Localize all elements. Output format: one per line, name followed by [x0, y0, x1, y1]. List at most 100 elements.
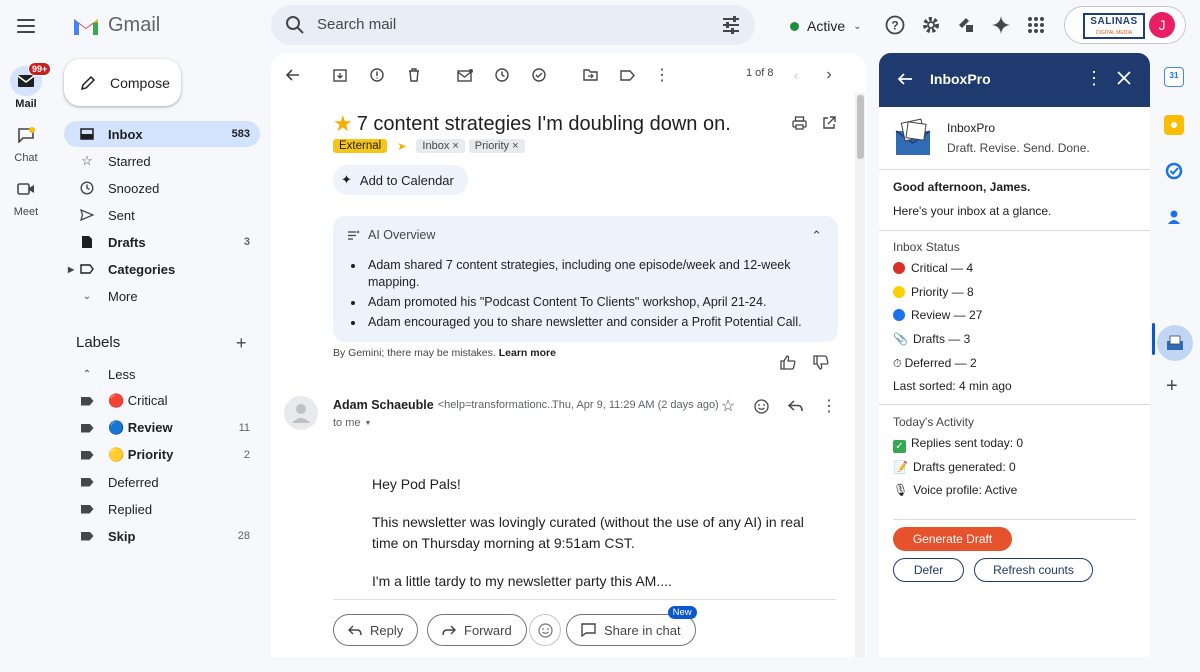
search-bar[interactable]: Search mail	[271, 5, 755, 45]
sidebar-item-snoozed[interactable]: Snoozed	[64, 175, 260, 201]
thumbs-down-icon[interactable]	[812, 353, 830, 371]
panel-title: InboxPro	[930, 71, 991, 87]
settings-gear-icon[interactable]	[920, 14, 942, 36]
sidebar-item-starred[interactable]: ☆ Starred	[64, 148, 260, 174]
rail-meet[interactable]: Meet	[0, 174, 52, 218]
sidebar-item-drafts[interactable]: Drafts 3	[64, 229, 260, 255]
rail-mail[interactable]: 99+ Mail	[0, 62, 52, 110]
snooze-icon[interactable]	[493, 66, 511, 84]
label-item-less[interactable]: ⌃ Less	[64, 361, 260, 387]
expand-arrow-icon[interactable]: ▶	[68, 265, 74, 274]
label-item-deferred[interactable]: Deferred	[64, 469, 260, 495]
status-selector[interactable]: Active ⌄	[780, 11, 872, 41]
thumbs-up-icon[interactable]	[779, 353, 797, 371]
help-icon[interactable]: ?	[884, 14, 906, 36]
label-item-replied[interactable]: Replied	[64, 496, 260, 522]
gemini-sparkle-icon[interactable]	[990, 14, 1012, 36]
emoji-reaction-button[interactable]	[529, 614, 561, 646]
panel-more-icon[interactable]: ⋮	[1085, 68, 1103, 89]
sidebar-item-sent[interactable]: Sent	[64, 202, 260, 228]
rail-meet-label: Meet	[13, 206, 39, 218]
addons-icon[interactable]	[955, 14, 977, 36]
drafts-count: 3	[243, 236, 250, 248]
apps-grid-icon[interactable]	[1025, 14, 1047, 36]
scrollbar-track[interactable]	[855, 93, 865, 657]
newer-chevron-icon[interactable]: ‹	[787, 66, 805, 84]
learn-more-link[interactable]: Learn more	[499, 347, 556, 359]
archive-icon[interactable]	[331, 66, 349, 84]
message-subject: ★ 7 content strategies I'm doubling down…	[333, 111, 731, 137]
forward-icon	[442, 625, 456, 635]
add-task-icon[interactable]	[530, 66, 548, 84]
label-item-priority[interactable]: 🟡 Priority 2	[64, 442, 260, 468]
open-new-window-icon[interactable]	[820, 114, 838, 132]
label-item-skip[interactable]: Skip 28	[64, 523, 260, 549]
gmail-logo[interactable]: Gmail	[72, 14, 160, 37]
generate-draft-button[interactable]: Generate Draft	[893, 527, 1012, 551]
report-spam-icon[interactable]	[368, 66, 386, 84]
sidebar-item-label: Starred	[108, 153, 151, 169]
star-icon: ☆	[81, 153, 93, 168]
recipient-line[interactable]: to me ▼	[333, 417, 371, 429]
label-item-critical[interactable]: 🔴 Critical	[64, 388, 260, 414]
share-in-chat-button[interactable]: Share in chat New	[566, 606, 697, 646]
sender-avatar[interactable]	[284, 396, 318, 430]
contacts-icon[interactable]	[1164, 207, 1184, 227]
forward-button[interactable]: Forward	[427, 614, 527, 646]
compose-button[interactable]: Compose	[64, 59, 181, 106]
label-icon[interactable]	[618, 66, 636, 84]
account-switcher[interactable]: SALINAS DIGITAL MEDIA J	[1064, 6, 1186, 44]
refresh-counts-button[interactable]: Refresh counts	[974, 558, 1093, 582]
keep-notes-icon[interactable]	[1164, 115, 1184, 135]
search-options-icon[interactable]	[721, 15, 741, 35]
scrollbar-thumb[interactable]	[857, 95, 864, 159]
mark-unread-icon[interactable]	[456, 66, 474, 84]
sidebar-item-more[interactable]: ⌄ More	[64, 283, 260, 309]
status-deferred-text: Deferred — 2	[904, 356, 977, 370]
sidebar-item-label: Snoozed	[108, 180, 160, 196]
active-addon-indicator	[1152, 323, 1155, 355]
add-label-icon[interactable]: +	[236, 333, 247, 354]
sender-line: Adam Schaeuble <help=transformationc...	[333, 398, 556, 412]
panel-back-arrow-icon[interactable]	[897, 71, 913, 90]
status-deferred: ⏱ Deferred — 2	[893, 356, 977, 371]
sender-name[interactable]: Adam Schaeuble	[333, 398, 434, 412]
check-mark-icon: ✓	[893, 440, 906, 453]
reply-arrow-icon[interactable]	[786, 397, 804, 415]
body-paragraph: This newsletter was lovingly curated (wi…	[372, 514, 804, 551]
label-tag-icon	[80, 394, 94, 408]
search-placeholder[interactable]: Search mail	[317, 16, 396, 33]
delete-icon[interactable]	[405, 66, 423, 84]
calendar-icon[interactable]: 31	[1164, 67, 1184, 87]
older-chevron-icon[interactable]: ›	[820, 66, 838, 84]
collapse-chevron-icon[interactable]: ⌃	[811, 228, 822, 244]
back-arrow-icon[interactable]	[284, 66, 302, 84]
more-options-icon[interactable]: ⋮	[653, 66, 671, 84]
message-more-icon[interactable]: ⋮	[820, 397, 838, 415]
label-item-review[interactable]: 🔵 Review 11	[64, 415, 260, 441]
sidebar-item-inbox[interactable]: Inbox 583	[64, 121, 260, 147]
sidebar-item-categories[interactable]: ▶ Categories	[64, 256, 260, 282]
avatar[interactable]: J	[1149, 12, 1175, 38]
sidebar-item-label: Categories	[108, 261, 176, 277]
reply-label: Reply	[370, 622, 404, 638]
move-to-icon[interactable]	[581, 66, 599, 84]
panel-close-icon[interactable]	[1117, 71, 1131, 88]
emoji-react-icon[interactable]	[752, 397, 770, 415]
priority-chip[interactable]: Priority ×	[468, 139, 525, 153]
add-addon-icon[interactable]: +	[1166, 375, 1178, 398]
importance-marker-icon[interactable]: ➤	[397, 140, 406, 153]
rail-chat[interactable]: Chat	[0, 120, 52, 164]
tasks-icon[interactable]	[1164, 161, 1184, 181]
inbox-chip[interactable]: Inbox ×	[416, 139, 465, 153]
inboxpro-addon-icon[interactable]	[1157, 325, 1193, 361]
star-outline-icon[interactable]: ☆	[719, 397, 737, 415]
pagination-text: 1 of 8	[746, 67, 774, 79]
search-icon[interactable]	[285, 15, 305, 35]
reply-button[interactable]: Reply	[333, 614, 419, 646]
print-icon[interactable]	[790, 114, 808, 132]
main-menu-icon[interactable]	[14, 14, 38, 38]
defer-button[interactable]: Defer	[893, 558, 964, 582]
add-to-calendar-button[interactable]: ✦ Add to Calendar	[333, 165, 468, 195]
brand-logo: SALINAS DIGITAL MEDIA	[1083, 13, 1145, 39]
